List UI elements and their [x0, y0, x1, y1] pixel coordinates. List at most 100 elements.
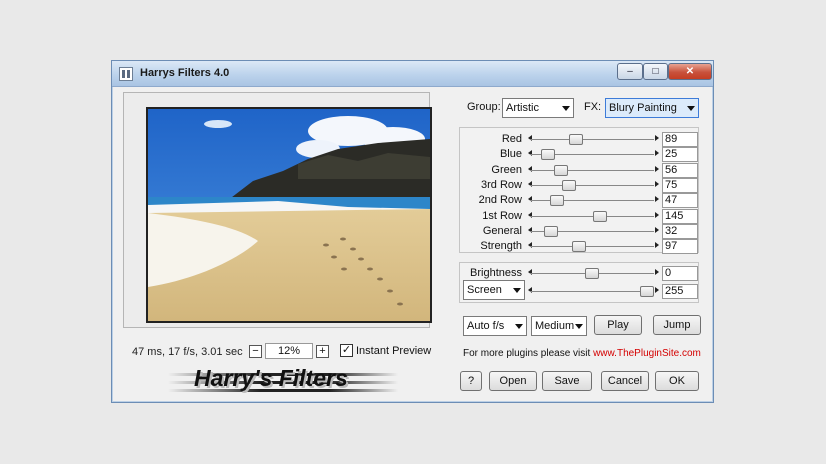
slider-value[interactable]: 32: [662, 223, 698, 239]
slider-thumb[interactable]: [640, 286, 654, 297]
arrow-left-icon[interactable]: [528, 242, 532, 249]
arrow-right-icon[interactable]: [655, 269, 659, 275]
slider-label: General: [482, 224, 522, 237]
slider-value[interactable]: 89: [662, 132, 698, 147]
play-button[interactable]: Play: [594, 315, 642, 335]
arrow-right-icon[interactable]: [655, 196, 659, 203]
instant-preview-label: Instant Preview: [356, 344, 432, 357]
preview-panel: [123, 92, 432, 328]
brightness-panel: Brightness 0 Screen 255: [459, 262, 699, 303]
slider-value[interactable]: 97: [662, 239, 698, 255]
slider-thumb[interactable]: [585, 268, 599, 279]
preview-image[interactable]: [146, 107, 432, 323]
slider-label: Blue: [499, 148, 522, 161]
cancel-button[interactable]: Cancel: [601, 371, 649, 391]
slider-value[interactable]: 47: [662, 193, 698, 209]
slider-label: Red: [501, 133, 522, 145]
arrow-left-icon[interactable]: [528, 269, 532, 275]
slider-track[interactable]: [530, 169, 654, 171]
slider-track[interactable]: [530, 184, 654, 186]
save-button[interactable]: Save: [542, 371, 592, 391]
open-button[interactable]: Open: [489, 371, 537, 391]
arrow-left-icon[interactable]: [528, 226, 532, 233]
instant-preview-checkbox[interactable]: ✓: [340, 344, 353, 357]
slider-thumb[interactable]: [541, 149, 555, 161]
arrow-left-icon[interactable]: [528, 287, 532, 293]
speed-dropdown[interactable]: Auto f/s: [463, 316, 527, 336]
plugin-site-link[interactable]: www.ThePluginSite.com: [593, 348, 701, 359]
slider-thumb[interactable]: [554, 164, 569, 176]
slider-track[interactable]: [530, 291, 654, 292]
arrow-right-icon[interactable]: [655, 287, 659, 293]
ok-button[interactable]: OK: [655, 371, 699, 391]
slider-row-brightness: Brightness 0: [460, 266, 700, 281]
arrow-right-icon[interactable]: [655, 242, 659, 249]
minimize-button[interactable]: –: [617, 63, 643, 80]
blend-value[interactable]: 255: [662, 284, 698, 299]
slider-thumb[interactable]: [561, 179, 576, 191]
harrys-filters-logo: Harry's Filters: [168, 365, 398, 395]
zoom-value[interactable]: 12%: [265, 343, 313, 359]
slider-thumb[interactable]: [592, 210, 607, 222]
window-title: Harrys Filters 4.0: [140, 67, 230, 79]
filter-sliders-panel: Red 89 Blue 25 Green 56 3rd Row 75 2nd Row 47 1st …: [459, 127, 700, 255]
slider-label: 1st Row: [482, 209, 522, 222]
instant-preview-toggle[interactable]: ✓ Instant Preview: [340, 344, 431, 357]
slider-row-2nd-row: 2nd Row 47: [460, 193, 700, 209]
slider-thumb[interactable]: [571, 241, 586, 253]
maximize-button[interactable]: □: [643, 63, 668, 80]
slider-row-1st-row: 1st Row 145: [460, 208, 700, 224]
quality-dropdown[interactable]: Medium: [531, 316, 587, 336]
zoom-in-button[interactable]: +: [316, 344, 329, 358]
slider-label: Green: [491, 163, 522, 176]
arrow-right-icon[interactable]: [655, 150, 659, 157]
slider-label: 2nd Row: [478, 194, 522, 207]
arrow-left-icon[interactable]: [528, 150, 532, 157]
slider-label: Strength: [480, 240, 522, 253]
chevron-down-icon: [687, 106, 695, 111]
slider-label: Brightness: [470, 267, 522, 279]
slider-thumb[interactable]: [549, 195, 564, 207]
arrow-right-icon[interactable]: [655, 135, 659, 141]
slider-value[interactable]: 56: [662, 162, 698, 178]
arrow-right-icon[interactable]: [655, 165, 659, 172]
arrow-right-icon[interactable]: [655, 211, 659, 218]
slider-row-general: General 32: [460, 223, 700, 239]
arrow-left-icon[interactable]: [528, 180, 532, 187]
slider-thumb[interactable]: [568, 134, 583, 145]
slider-row-blend: 255: [460, 284, 700, 299]
fx-dropdown[interactable]: Blury Painting: [605, 98, 699, 118]
group-dropdown[interactable]: Artistic: [502, 98, 574, 118]
arrow-right-icon[interactable]: [655, 226, 659, 233]
arrow-left-icon[interactable]: [528, 211, 532, 218]
zoom-out-button[interactable]: −: [249, 344, 262, 358]
help-button[interactable]: ?: [460, 371, 482, 391]
slider-label: 3rd Row: [481, 178, 522, 191]
arrow-right-icon[interactable]: [655, 180, 659, 187]
slider-value[interactable]: 25: [662, 147, 698, 163]
quality-value: Medium: [535, 320, 575, 332]
slider-row-green: Green 56: [460, 162, 700, 178]
slider-track[interactable]: [530, 246, 654, 248]
fx-value: Blury Painting: [609, 102, 677, 114]
slider-row-blue: Blue 25: [460, 147, 700, 163]
chevron-down-icon: [562, 106, 570, 111]
slider-row-3rd-row: 3rd Row 75: [460, 177, 700, 193]
title-bar[interactable]: Harrys Filters 4.0 – □ ✕: [112, 61, 713, 87]
slider-track[interactable]: [530, 200, 654, 202]
close-button[interactable]: ✕: [668, 63, 712, 80]
brightness-value[interactable]: 0: [662, 266, 698, 281]
plugins-text: For more plugins please visit: [463, 348, 594, 359]
arrow-left-icon[interactable]: [528, 196, 532, 203]
harrys-filters-window: Harrys Filters 4.0 – □ ✕ 47 ms, 17 f/s, …: [111, 60, 714, 403]
slider-value[interactable]: 75: [662, 177, 698, 193]
arrow-left-icon[interactable]: [528, 165, 532, 172]
arrow-left-icon[interactable]: [528, 135, 532, 141]
slider-thumb[interactable]: [544, 225, 559, 237]
slider-value[interactable]: 145: [662, 208, 698, 224]
slider-track[interactable]: [530, 139, 654, 140]
group-value: Artistic: [506, 102, 539, 114]
jump-button[interactable]: Jump: [653, 315, 701, 335]
group-label: Group:: [467, 101, 501, 113]
app-icon: [119, 67, 133, 81]
